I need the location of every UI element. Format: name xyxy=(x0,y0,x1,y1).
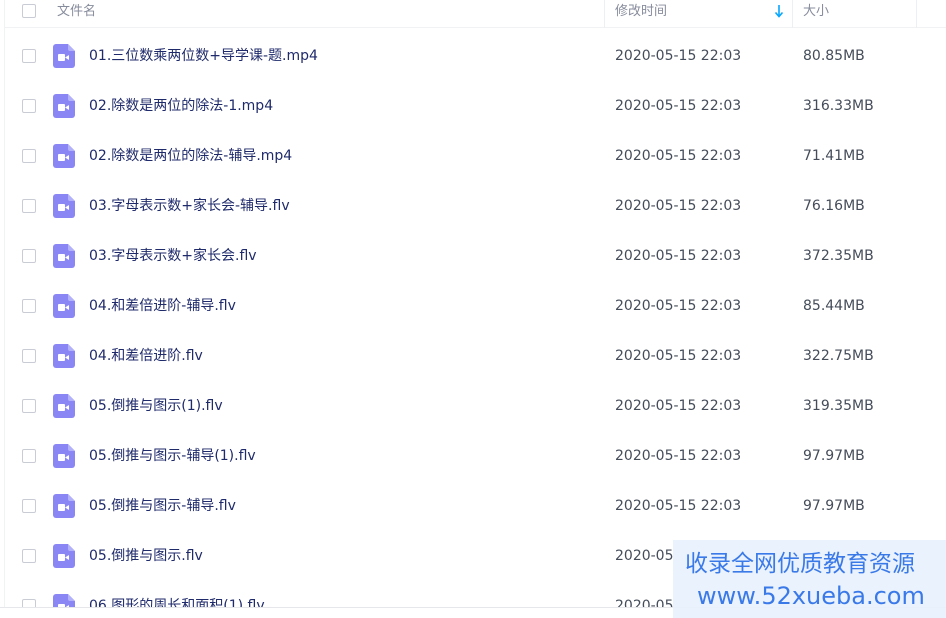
file-size: 316.33MB xyxy=(803,98,874,114)
table-row[interactable]: 05.倒推与图示-辅导(1).flv 2020-05-15 22:03 97.9… xyxy=(5,431,946,481)
file-name-link[interactable]: 03.字母表示数+家长会.flv xyxy=(89,231,257,281)
file-size: 372.35MB xyxy=(803,248,874,264)
watermark-banner: 收录全网优质教育资源 www.52xueba.com xyxy=(673,540,946,618)
file-name-link[interactable]: 05.倒推与图示-辅导(1).flv xyxy=(89,431,256,481)
arrow-down-icon[interactable] xyxy=(774,4,784,18)
file-modified-time: 2020-05 xyxy=(615,548,674,564)
file-size: 71.41MB xyxy=(803,148,865,164)
row-checkbox[interactable] xyxy=(22,549,36,563)
row-checkbox[interactable] xyxy=(22,49,36,63)
file-size: 76.16MB xyxy=(803,198,865,214)
file-name-link[interactable]: 04.和差倍进阶.flv xyxy=(89,331,203,381)
column-divider[interactable] xyxy=(792,0,793,28)
file-name-link[interactable]: 02.除数是两位的除法-1.mp4 xyxy=(89,81,273,131)
video-file-icon xyxy=(53,194,75,218)
file-modified-time: 2020-05-15 22:03 xyxy=(615,48,742,64)
file-modified-time: 2020-05 xyxy=(615,598,674,608)
table-row[interactable]: 02.除数是两位的除法-1.mp4 2020-05-15 22:03 316.3… xyxy=(5,81,946,131)
file-name-link[interactable]: 05.倒推与图示-辅导.flv xyxy=(89,481,236,531)
row-checkbox[interactable] xyxy=(22,99,36,113)
video-file-icon xyxy=(53,294,75,318)
header-file-name[interactable]: 文件名 xyxy=(57,0,96,28)
file-name-link[interactable]: 06.图形的周长和面积(1).flv xyxy=(89,581,265,608)
video-file-icon xyxy=(53,94,75,118)
video-file-icon xyxy=(53,144,75,168)
file-modified-time: 2020-05-15 22:03 xyxy=(615,398,742,414)
table-row[interactable]: 03.字母表示数+家长会.flv 2020-05-15 22:03 372.35… xyxy=(5,231,946,281)
video-file-icon xyxy=(53,594,75,608)
file-modified-time: 2020-05-15 22:03 xyxy=(615,298,742,314)
file-size: 80.85MB xyxy=(803,48,865,64)
row-checkbox[interactable] xyxy=(22,399,36,413)
file-size: 319.35MB xyxy=(803,398,874,414)
file-list-header: 文件名 修改时间 大小 xyxy=(5,0,946,28)
table-row[interactable]: 03.字母表示数+家长会-辅导.flv 2020-05-15 22:03 76.… xyxy=(5,181,946,231)
file-name-link[interactable]: 04.和差倍进阶-辅导.flv xyxy=(89,281,236,331)
table-row[interactable]: 04.和差倍进阶-辅导.flv 2020-05-15 22:03 85.44MB xyxy=(5,281,946,331)
file-modified-time: 2020-05-15 22:03 xyxy=(615,198,742,214)
watermark-slogan: 收录全网优质教育资源 xyxy=(685,551,915,577)
table-row[interactable]: 02.除数是两位的除法-辅导.mp4 2020-05-15 22:03 71.4… xyxy=(5,131,946,181)
watermark-url: www.52xueba.com xyxy=(697,582,925,610)
table-row[interactable]: 05.倒推与图示-辅导.flv 2020-05-15 22:03 97.97MB xyxy=(5,481,946,531)
file-size: 322.75MB xyxy=(803,348,874,364)
video-file-icon xyxy=(53,244,75,268)
file-modified-time: 2020-05-15 22:03 xyxy=(615,348,742,364)
row-checkbox[interactable] xyxy=(22,499,36,513)
file-name-link[interactable]: 05.倒推与图示(1).flv xyxy=(89,381,223,431)
file-modified-time: 2020-05-15 22:03 xyxy=(615,98,742,114)
file-name-link[interactable]: 03.字母表示数+家长会-辅导.flv xyxy=(89,181,290,231)
video-file-icon xyxy=(53,494,75,518)
video-file-icon xyxy=(53,444,75,468)
row-checkbox[interactable] xyxy=(22,449,36,463)
row-checkbox[interactable] xyxy=(22,299,36,313)
video-file-icon xyxy=(53,394,75,418)
file-size: 97.97MB xyxy=(803,448,865,464)
file-list: 文件名 修改时间 大小 01.三位数乘两位数+导学课-题.mp4 2020-05… xyxy=(4,0,946,608)
row-checkbox[interactable] xyxy=(22,149,36,163)
select-all-checkbox[interactable] xyxy=(22,4,36,18)
video-file-icon xyxy=(53,544,75,568)
row-checkbox[interactable] xyxy=(22,199,36,213)
column-divider[interactable] xyxy=(604,0,605,28)
video-file-icon xyxy=(53,344,75,368)
table-row[interactable]: 01.三位数乘两位数+导学课-题.mp4 2020-05-15 22:03 80… xyxy=(5,31,946,81)
table-row[interactable]: 04.和差倍进阶.flv 2020-05-15 22:03 322.75MB xyxy=(5,331,946,381)
file-name-link[interactable]: 05.倒推与图示.flv xyxy=(89,531,203,581)
file-modified-time: 2020-05-15 22:03 xyxy=(615,448,742,464)
table-row[interactable]: 05.倒推与图示(1).flv 2020-05-15 22:03 319.35M… xyxy=(5,381,946,431)
file-modified-time: 2020-05-15 22:03 xyxy=(615,248,742,264)
file-modified-time: 2020-05-15 22:03 xyxy=(615,498,742,514)
header-modified-time[interactable]: 修改时间 xyxy=(615,0,667,28)
file-name-link[interactable]: 01.三位数乘两位数+导学课-题.mp4 xyxy=(89,31,318,81)
video-file-icon xyxy=(53,44,75,68)
header-size[interactable]: 大小 xyxy=(803,0,829,28)
file-name-link[interactable]: 02.除数是两位的除法-辅导.mp4 xyxy=(89,131,292,181)
file-size: 97.97MB xyxy=(803,498,865,514)
row-checkbox[interactable] xyxy=(22,249,36,263)
row-checkbox[interactable] xyxy=(22,349,36,363)
file-size: 85.44MB xyxy=(803,298,865,314)
file-modified-time: 2020-05-15 22:03 xyxy=(615,148,742,164)
column-divider[interactable] xyxy=(916,0,917,28)
